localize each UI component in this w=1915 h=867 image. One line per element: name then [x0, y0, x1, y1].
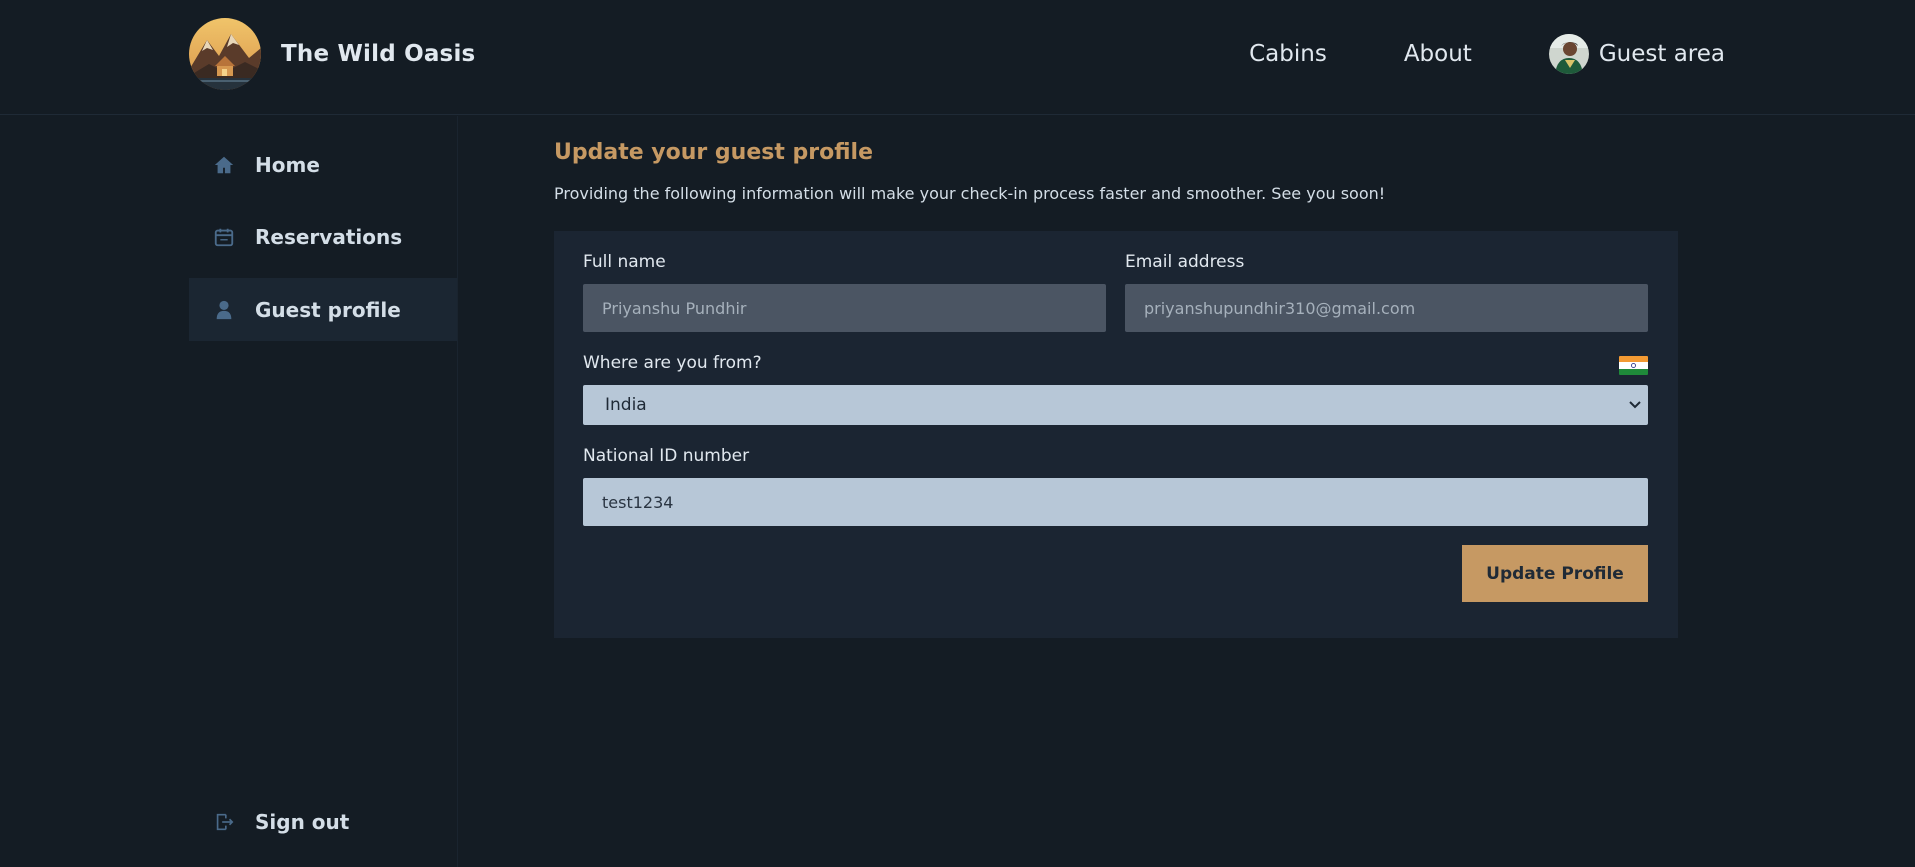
national-id-field[interactable] [583, 478, 1648, 526]
calendar-icon [213, 226, 235, 248]
sign-out-button[interactable]: Sign out [189, 790, 457, 853]
sidebar: Home Reservations Guest profile Sign out [189, 116, 458, 867]
guest-profile-form: Full name Email address Where are you fr… [554, 231, 1678, 638]
email-field[interactable] [1125, 284, 1648, 332]
sidebar-item-guest-profile[interactable]: Guest profile [189, 278, 457, 341]
site-header: The Wild Oasis Cabins About Guest area [0, 0, 1915, 115]
sidebar-item-reservations[interactable]: Reservations [189, 205, 457, 268]
avatar [1548, 34, 1589, 74]
guest-area-label: Guest area [1598, 41, 1725, 67]
nav-link-about[interactable]: About [1404, 41, 1472, 67]
sidebar-item-home[interactable]: Home [189, 133, 457, 196]
full-name-label: Full name [583, 252, 666, 272]
national-id-label: National ID number [583, 446, 750, 466]
main-nav: Cabins About Guest area [1172, 30, 1725, 78]
india-flag-icon [1619, 356, 1648, 375]
nav-link-guest-area[interactable]: Guest area [1548, 34, 1725, 74]
sidebar-item-label: Guest profile [255, 297, 401, 322]
sign-out-label: Sign out [255, 809, 350, 834]
email-label: Email address [1125, 252, 1245, 272]
sidebar-item-label: Reservations [255, 224, 403, 249]
sidebar-item-label: Home [255, 152, 320, 177]
country-label: Where are you from? [583, 353, 762, 373]
logo-image [189, 18, 261, 90]
brand-link[interactable]: The Wild Oasis [189, 18, 475, 90]
brand-name: The Wild Oasis [281, 41, 476, 67]
sign-out-icon [213, 811, 235, 833]
user-icon [213, 299, 235, 321]
country-select[interactable]: India [583, 385, 1648, 425]
chevron-down-icon [1628, 397, 1642, 417]
full-name-field[interactable] [583, 284, 1106, 332]
page-title: Update your guest profile [554, 140, 874, 165]
home-icon [213, 154, 235, 176]
update-profile-button[interactable]: Update Profile [1462, 545, 1648, 602]
nav-link-cabins[interactable]: Cabins [1249, 41, 1327, 67]
country-select-value: India [605, 395, 647, 415]
page-subtitle: Providing the following information will… [554, 184, 1386, 203]
